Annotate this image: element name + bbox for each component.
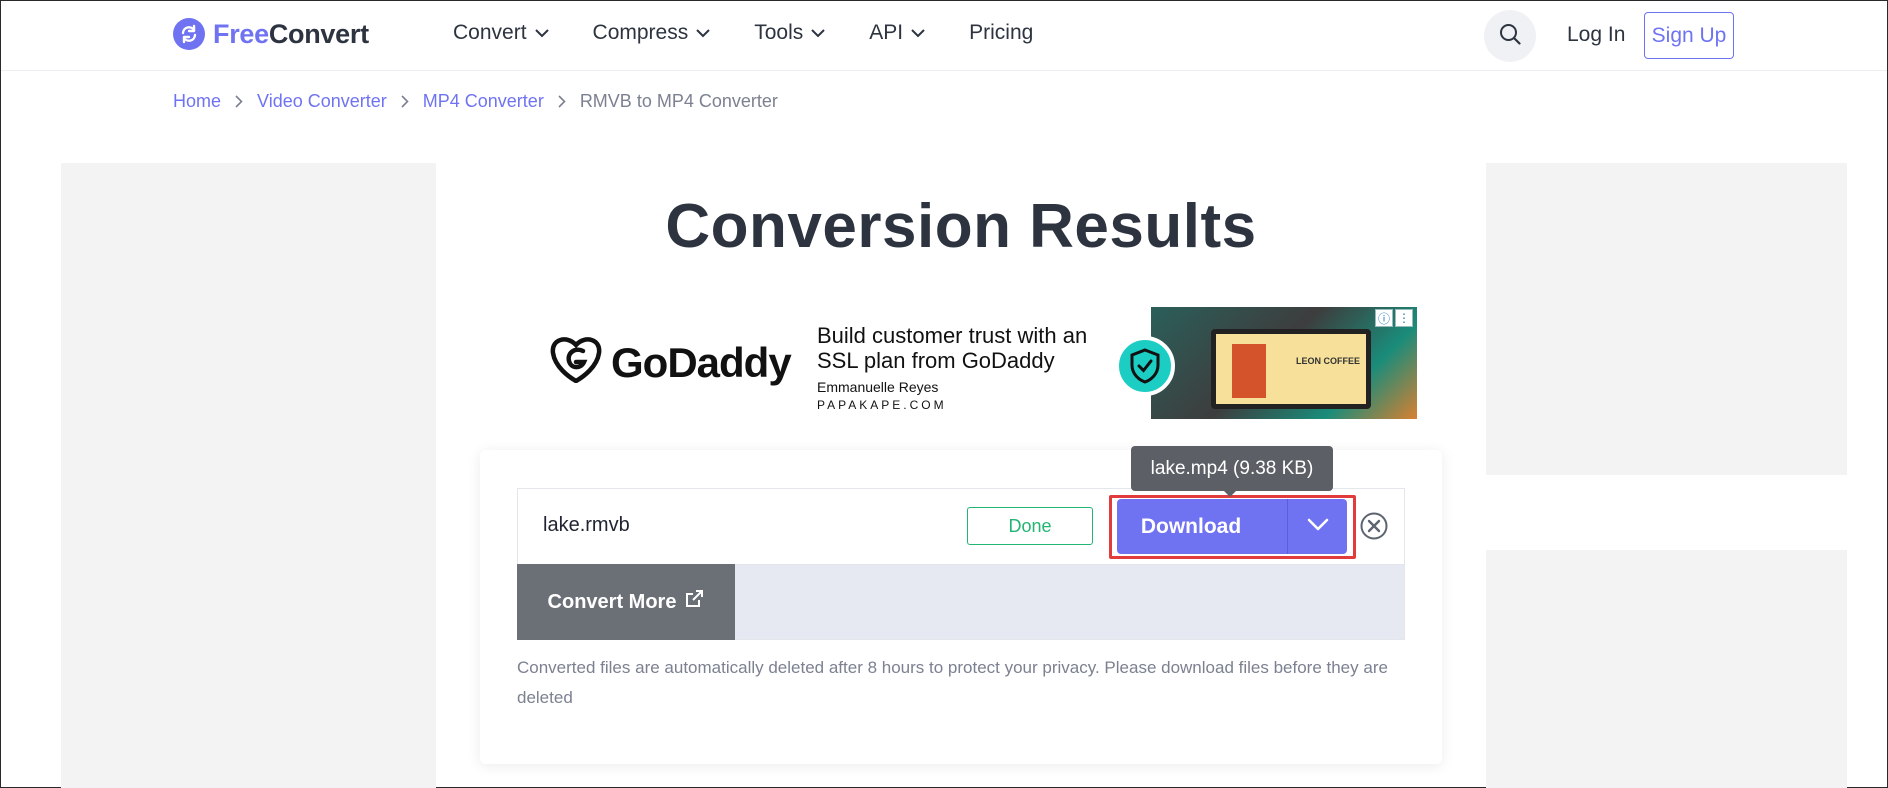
ad-copy: Build customer trust with an SSL plan fr… [817, 323, 1107, 412]
search-button[interactable] [1484, 10, 1536, 62]
login-link[interactable]: Log In [1567, 23, 1625, 47]
side-ad-right-bottom [1486, 550, 1847, 788]
remove-file-button[interactable] [1359, 511, 1389, 541]
nav-compress[interactable]: Compress [593, 21, 711, 45]
breadcrumb-bar: Home Video Converter MP4 Converter RMVB … [1, 71, 1887, 131]
side-ad-right-top [1486, 163, 1847, 475]
ad-laptop-art [1232, 344, 1266, 398]
nav-pricing-label: Pricing [969, 21, 1034, 44]
nav-api-label: API [869, 21, 904, 44]
ad-laptop: LEON COFFEE [1211, 329, 1371, 409]
privacy-note: Converted files are automatically delete… [517, 658, 1388, 707]
breadcrumb-home[interactable]: Home [173, 91, 221, 112]
breadcrumb: Home Video Converter MP4 Converter RMVB … [173, 91, 778, 112]
chevron-right-icon [558, 95, 566, 108]
convert-more-label: Convert More [547, 590, 677, 613]
main-menu: Convert Compress Tools API Pricing [453, 21, 1077, 45]
side-ad-left [61, 163, 436, 788]
breadcrumb-current: RMVB to MP4 Converter [579, 91, 778, 111]
logo-text: FreeConvert [213, 19, 369, 50]
nav-tools-label: Tools [754, 21, 804, 44]
page-title: Conversion Results [665, 192, 1257, 261]
godaddy-wordmark: GoDaddy [611, 338, 792, 386]
external-link-icon [684, 589, 704, 615]
chevron-down-icon [911, 28, 925, 38]
search-icon [1499, 23, 1521, 50]
nav-convert-label: Convert [453, 21, 527, 44]
signup-button[interactable]: Sign Up [1644, 12, 1734, 59]
ad-laptop-text: LEON COFFEE [1296, 356, 1361, 366]
nav-compress-label: Compress [592, 21, 689, 44]
chevron-down-icon [534, 28, 549, 38]
chevron-down-icon [811, 28, 825, 38]
nav-pricing[interactable]: Pricing [969, 21, 1033, 45]
breadcrumb-mp4-converter[interactable]: MP4 Converter [423, 91, 544, 112]
shield-check-icon [1115, 336, 1175, 396]
freeconvert-logo[interactable]: FreeConvert [173, 18, 369, 50]
chevron-right-icon [235, 95, 243, 108]
nav-tools[interactable]: Tools [754, 21, 825, 45]
convert-more-button[interactable]: Convert More [517, 564, 735, 640]
ad-site: PAPAKAPE.COM [817, 398, 947, 412]
more-vertical-icon[interactable]: ⋮ [1395, 309, 1413, 327]
download-button[interactable]: Download [1117, 499, 1287, 554]
ad-headline: Build customer trust with an SSL plan fr… [817, 323, 1088, 373]
chevron-right-icon [401, 95, 409, 108]
logo-convert: Convert [268, 18, 369, 49]
status-badge: Done [967, 507, 1093, 545]
nav-convert[interactable]: Convert [453, 21, 549, 45]
nav-api[interactable]: API [869, 21, 925, 45]
ad-choices[interactable]: ⓘ ⋮ [1375, 309, 1413, 327]
chevron-down-icon [696, 28, 710, 38]
download-tooltip: lake.mp4 (9.38 KB) [1131, 446, 1333, 497]
logo-sync-icon [173, 18, 205, 50]
logo-free: Free [213, 18, 269, 49]
ad-person: Emmanuelle Reyes [817, 379, 939, 395]
close-circle-icon [1359, 512, 1389, 545]
chevron-down-icon [1307, 518, 1329, 536]
banner-ad[interactable]: GoDaddy Build customer trust with an SSL… [537, 307, 1417, 419]
download-options-button[interactable] [1287, 499, 1347, 554]
info-icon[interactable]: ⓘ [1375, 309, 1393, 327]
godaddy-logo-icon [549, 337, 603, 388]
top-navigation: FreeConvert Convert Compress Tools API P… [1, 1, 1887, 71]
file-name: lake.rmvb [543, 514, 630, 536]
godaddy-logo: GoDaddy [549, 337, 792, 388]
breadcrumb-video-converter[interactable]: Video Converter [257, 91, 387, 112]
